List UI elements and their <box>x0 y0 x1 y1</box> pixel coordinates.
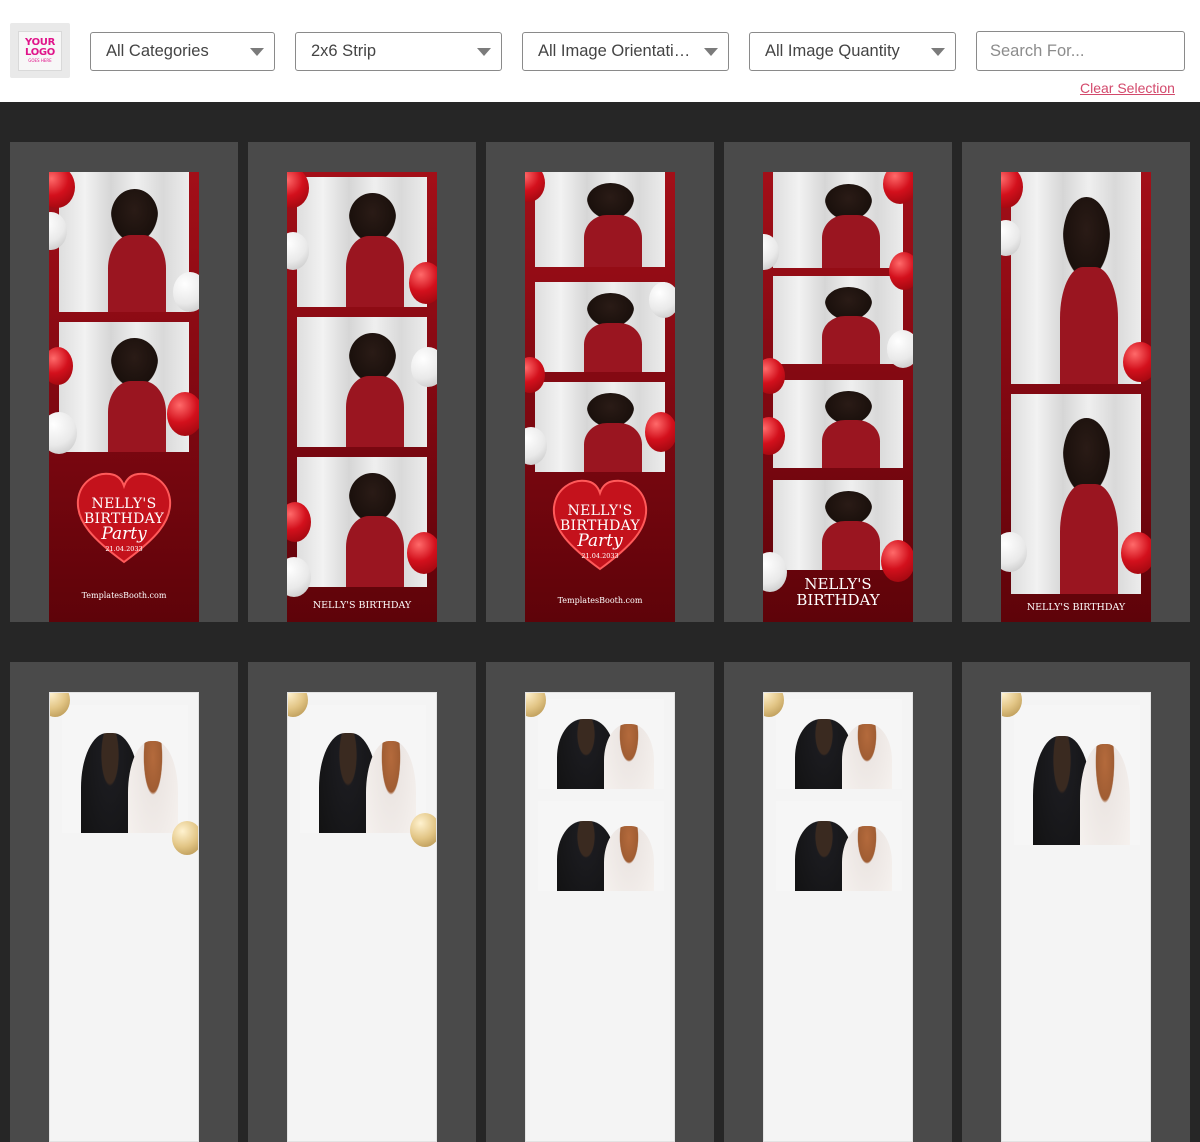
photo-slot <box>773 276 903 364</box>
event-footer-title: NELLY'S BIRTHDAY <box>763 576 913 609</box>
template-card[interactable]: NELLY'S BIRTHDAY <box>962 142 1190 622</box>
chevron-down-icon <box>250 48 264 56</box>
template-card[interactable] <box>248 662 476 1142</box>
photo-slot <box>297 177 427 307</box>
photo-slot <box>535 282 665 372</box>
balloon-decoration <box>887 330 913 368</box>
category-select-value: All Categories <box>106 42 209 60</box>
quantity-select-value: All Image Quantity <box>765 42 900 60</box>
balloon-decoration <box>1121 532 1151 574</box>
event-script-title: Party <box>577 531 623 552</box>
template-strip-preview <box>1001 692 1151 1142</box>
template-card[interactable]: NELLY'S BIRTHDAY <box>724 142 952 622</box>
balloon-decoration <box>881 540 913 582</box>
format-select-value: 2x6 Strip <box>311 42 377 60</box>
balloon-decoration <box>167 392 199 436</box>
photo-slot <box>1011 394 1141 594</box>
template-card[interactable] <box>10 662 238 1142</box>
event-date: 21.04.2033 <box>105 545 143 554</box>
event-script-title: Party <box>101 524 147 545</box>
template-strip-preview: NELLY'S BIRTHDAY <box>287 172 437 622</box>
photo-slot <box>535 172 665 267</box>
template-card[interactable] <box>724 662 952 1142</box>
template-card[interactable] <box>962 662 1190 1142</box>
photo-slot <box>59 322 189 452</box>
format-select[interactable]: 2x6 Strip <box>295 32 502 71</box>
template-card[interactable]: NELLY'S BIRTHDAY <box>248 142 476 622</box>
heart-text-block: NELLY'S BIRTHDAY Party 21.04.2033 <box>525 504 675 560</box>
category-select[interactable]: All Categories <box>90 32 275 71</box>
photo-slot <box>776 801 902 891</box>
site-credit: TemplatesBooth.com <box>557 596 643 605</box>
photo-slot <box>297 317 427 447</box>
brand-logo[interactable]: YOUR LOGO GOES HERE <box>10 23 70 78</box>
filter-toolbar: YOUR LOGO GOES HERE All Categories 2x6 S… <box>0 0 1200 102</box>
footer-line-2: BIRTHDAY <box>796 590 880 609</box>
balloon-decoration <box>172 821 198 855</box>
event-footer-title: NELLY'S BIRTHDAY <box>312 600 412 611</box>
balloon-decoration <box>410 813 436 847</box>
balloon-decoration <box>173 272 199 312</box>
balloon-decoration <box>645 412 675 452</box>
photo-slot <box>59 172 189 312</box>
quantity-select[interactable]: All Image Quantity <box>749 32 956 71</box>
chevron-down-icon <box>931 48 945 56</box>
template-strip-preview: NELLY'S BIRTHDAY <box>763 172 913 622</box>
template-strip-preview: NELLY'S BIRTHDAY <box>1001 172 1151 622</box>
template-strip-preview <box>525 692 675 1142</box>
photo-slot <box>776 699 902 789</box>
photo-slot <box>297 457 427 587</box>
photo-slot <box>1011 172 1141 384</box>
logo-text: YOUR LOGO <box>24 37 56 58</box>
template-card[interactable] <box>486 662 714 1142</box>
orientation-select[interactable]: All Image Orientati… <box>522 32 729 71</box>
balloon-decoration <box>411 347 437 387</box>
search-input[interactable] <box>976 31 1185 71</box>
template-strip-preview: NELLY'S BIRTHDAY Party 21.04.2033 Templa… <box>49 172 199 622</box>
logo-placeholder-image: YOUR LOGO GOES HERE <box>18 30 62 71</box>
event-footer-title: NELLY'S BIRTHDAY <box>1026 602 1126 613</box>
photo-slot <box>538 699 664 789</box>
photo-slot <box>773 380 903 468</box>
template-strip-preview <box>49 692 199 1142</box>
chevron-down-icon <box>704 48 718 56</box>
template-card[interactable]: NELLY'S BIRTHDAY Party 21.04.2033 Templa… <box>10 142 238 622</box>
event-date: 21.04.2033 <box>581 552 619 561</box>
template-grid: NELLY'S BIRTHDAY Party 21.04.2033 Templa… <box>10 142 1190 1142</box>
chevron-down-icon <box>477 48 491 56</box>
balloon-decoration <box>409 262 437 304</box>
event-title: NELLY'S BIRTHDAY <box>83 496 165 527</box>
template-card[interactable]: NELLY'S BIRTHDAY Party 21.04.2033 Templa… <box>486 142 714 622</box>
event-title: NELLY'S BIRTHDAY <box>559 503 641 534</box>
photo-slot <box>62 705 188 833</box>
balloon-decoration <box>1123 342 1151 382</box>
photo-slot <box>1014 705 1140 845</box>
balloon-decoration <box>889 252 913 290</box>
photo-slot <box>538 801 664 891</box>
template-strip-preview: NELLY'S BIRTHDAY Party 21.04.2033 Templa… <box>525 172 675 622</box>
template-strip-preview <box>287 692 437 1142</box>
clear-selection-link[interactable]: Clear Selection <box>1080 80 1175 96</box>
site-credit: TemplatesBooth.com <box>81 591 167 600</box>
logo-subtext: GOES HERE <box>28 58 52 63</box>
template-strip-preview <box>763 692 913 1142</box>
balloon-decoration <box>407 532 437 574</box>
heart-text-block: NELLY'S BIRTHDAY Party 21.04.2033 <box>49 497 199 553</box>
orientation-select-value: All Image Orientati… <box>538 42 691 60</box>
balloon-decoration <box>649 282 675 318</box>
photo-slot <box>300 705 426 833</box>
